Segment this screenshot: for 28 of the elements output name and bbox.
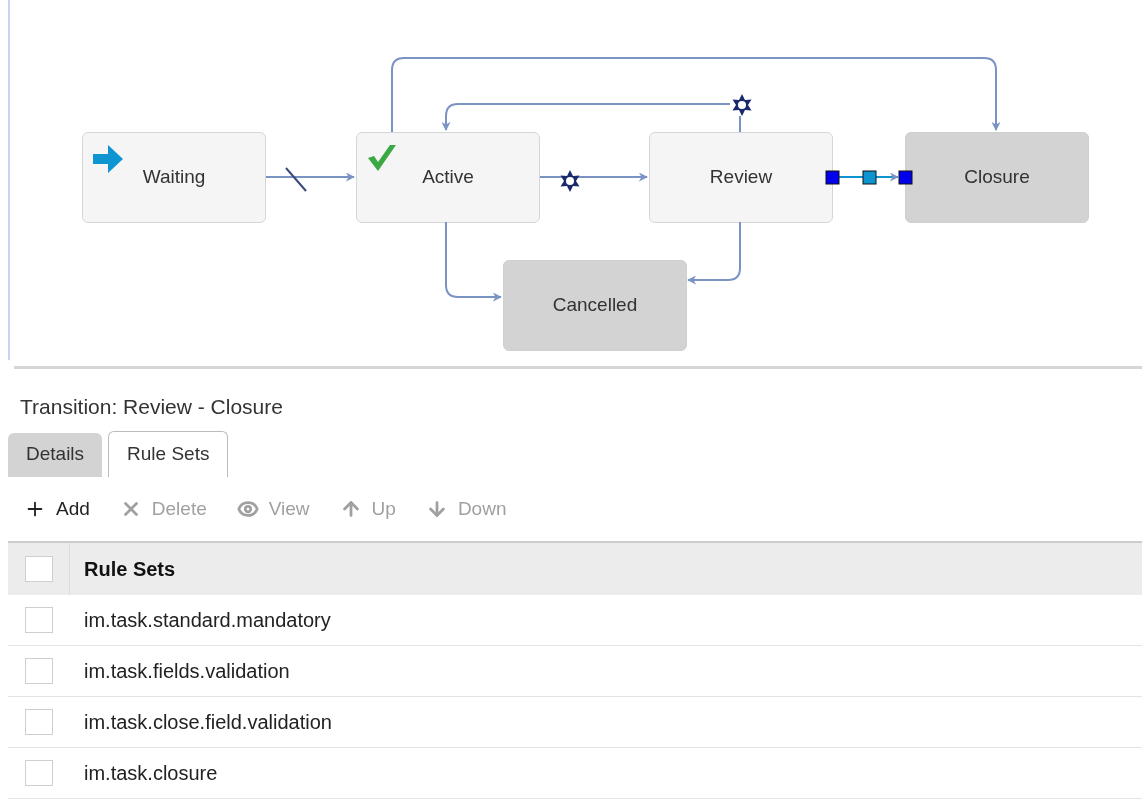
row-checkbox[interactable] bbox=[25, 709, 53, 735]
table-cell-text: im.task.fields.validation bbox=[83, 659, 290, 684]
tab[interactable]: Details bbox=[8, 432, 103, 477]
state-node[interactable]: Waiting bbox=[82, 132, 266, 223]
column-header: Rule Sets bbox=[83, 557, 176, 582]
gear-icon bbox=[560, 170, 580, 192]
table-cell-text: im.task.close.field.validation bbox=[83, 710, 332, 735]
table-cell-text: im.task.standard.mandatory bbox=[83, 608, 331, 633]
gear-icon bbox=[732, 94, 752, 116]
state-label: Active bbox=[422, 165, 474, 190]
state-node[interactable]: Cancelled bbox=[503, 260, 687, 351]
state-node[interactable]: Review bbox=[649, 132, 833, 223]
tab[interactable]: Rule Sets bbox=[108, 430, 229, 477]
row-checkbox[interactable] bbox=[25, 760, 53, 786]
panel-title: Transition: Review - Closure bbox=[20, 395, 283, 418]
table-cell-text: im.task.closure bbox=[83, 761, 218, 786]
state-label: Cancelled bbox=[552, 293, 638, 318]
row-checkbox[interactable] bbox=[25, 658, 53, 684]
state-node[interactable]: Closure bbox=[905, 132, 1089, 223]
row-checkbox[interactable] bbox=[24, 556, 53, 582]
checkmark-icon bbox=[367, 143, 397, 173]
state-label: Closure bbox=[964, 165, 1030, 190]
row-checkbox[interactable] bbox=[25, 607, 53, 633]
start-arrow-icon bbox=[93, 145, 123, 173]
state-node[interactable]: Active bbox=[356, 132, 540, 223]
state-label: Review bbox=[709, 165, 773, 190]
toolbar-button[interactable]: Add bbox=[24, 494, 90, 523]
state-label: Waiting bbox=[142, 165, 206, 190]
